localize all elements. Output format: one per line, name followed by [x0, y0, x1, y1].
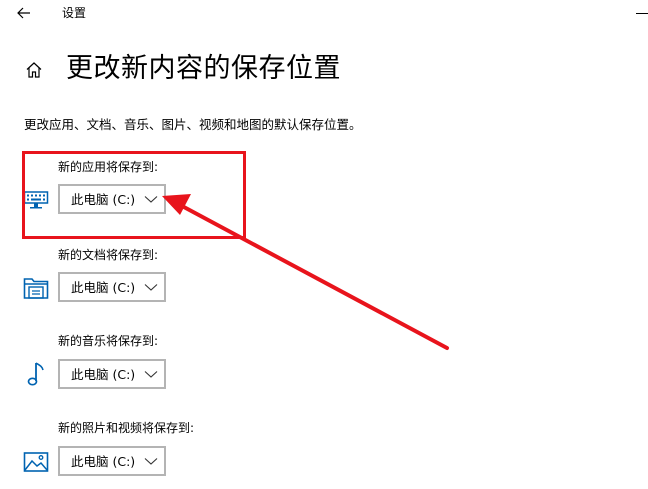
- minimize-button[interactable]: [628, 4, 648, 22]
- back-arrow-icon: [17, 7, 30, 19]
- pictures-save-label: 新的照片和视频将保存到:: [58, 421, 195, 435]
- apps-location-dropdown[interactable]: 此电脑 (C:): [58, 184, 166, 214]
- apps-icon: [22, 186, 50, 214]
- page-description: 更改应用、文档、音乐、图片、视频和地图的默认保存位置。: [24, 117, 362, 132]
- home-button[interactable]: [22, 58, 46, 82]
- chevron-down-icon: [144, 196, 158, 203]
- chevron-down-icon: [144, 371, 158, 378]
- home-icon: [26, 62, 42, 78]
- back-button[interactable]: [12, 3, 36, 23]
- music-location-value: 此电脑 (C:): [71, 367, 136, 382]
- documents-location-value: 此电脑 (C:): [71, 280, 136, 295]
- documents-folder-icon: [22, 274, 50, 302]
- chevron-down-icon: [144, 284, 158, 291]
- app-title: 设置: [62, 6, 87, 20]
- documents-location-dropdown[interactable]: 此电脑 (C:): [58, 272, 166, 302]
- page-title: 更改新内容的保存位置: [66, 53, 341, 84]
- pictures-location-dropdown[interactable]: 此电脑 (C:): [58, 446, 166, 476]
- title-bar: 设置: [0, 0, 648, 28]
- documents-save-label: 新的文档将保存到:: [58, 248, 159, 262]
- music-location-dropdown[interactable]: 此电脑 (C:): [58, 359, 166, 389]
- apps-save-label: 新的应用将保存到:: [58, 160, 159, 174]
- apps-location-value: 此电脑 (C:): [71, 192, 136, 207]
- settings-window: 设置 更改新内容的保存位置 更改应用、文档、音乐、图片、视频和地图的默认保存位置…: [0, 0, 648, 489]
- pictures-location-value: 此电脑 (C:): [71, 454, 136, 469]
- pictures-icon: [22, 448, 50, 476]
- chevron-down-icon: [144, 458, 158, 465]
- music-note-icon: [22, 360, 50, 388]
- music-save-label: 新的音乐将保存到:: [58, 334, 159, 348]
